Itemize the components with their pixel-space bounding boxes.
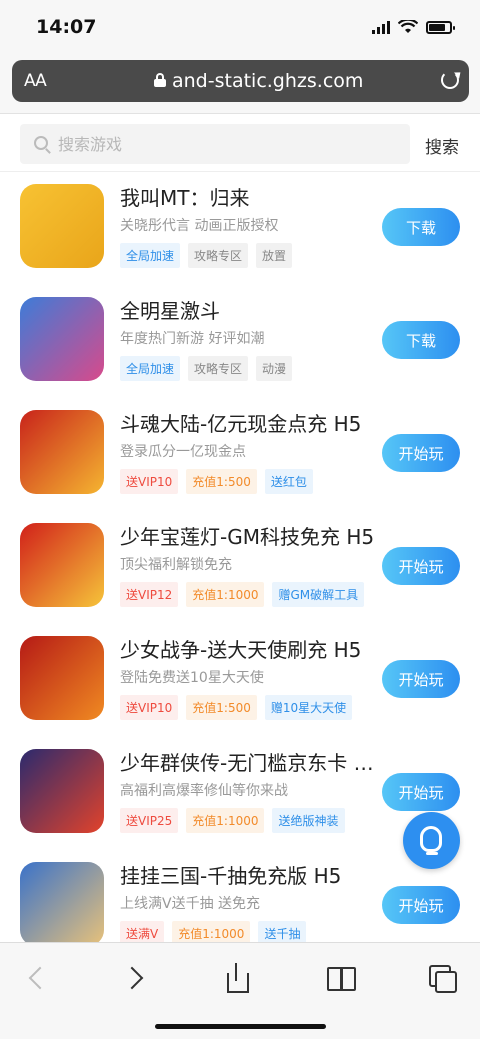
game-tag: 送VIP10 [120,469,179,494]
game-title[interactable]: 我叫MT：归来 [120,182,380,211]
game-list-item[interactable]: 斗魂大陆-亿元现金点充 H5 登录瓜分一亿现金点送VIP10 充值1:500 送红包 开… [0,398,480,511]
search-box[interactable] [20,124,410,164]
status-time: 14:07 [36,16,97,38]
game-tag: 送红包 [264,469,313,494]
game-title[interactable]: 斗魂大陆-亿元现金点充 H5 [120,408,380,437]
game-tag: 送VIP12 [120,582,179,607]
game-tag: 充值1:500 [186,695,257,720]
game-tags: 送VIP25 充值1:1000 送绝版神装 [120,808,345,833]
text-size-button[interactable]: AA [24,71,47,91]
tabs-icon[interactable] [427,963,457,993]
status-icons [372,20,455,34]
game-icon-sanguo[interactable] [20,862,104,946]
game-tags: 全局加速 攻略专区 放置 [120,243,293,268]
battery-icon [426,20,455,34]
game-description: 年度热门新游 好评如潮 [120,331,265,347]
cellular-signal-icon [372,20,390,34]
browser-address-area: AA and-static.ghzs.com [0,52,480,114]
game-list-item[interactable]: 少年宝莲灯-GM科技免充 H5 顶尖福利解锁免充送VIP12 充值1:1000 赠GM… [0,511,480,624]
game-tag: 全局加速 [120,243,181,268]
game-title[interactable]: 全明星激斗 [120,295,380,324]
game-description: 登陆免费送10星大天使 [120,670,264,686]
game-title[interactable]: 少年宝莲灯-GM科技免充 H5 [120,521,380,550]
game-tag: 赠10星大天使 [264,695,353,720]
game-tag: 攻略专区 [188,243,249,268]
game-title[interactable]: 挂挂三国-千抽免充版 H5 [120,860,380,889]
game-icon-qunxia[interactable] [20,749,104,833]
game-tag: 放置 [256,243,293,268]
home-indicator [155,1024,326,1029]
play-button[interactable]: 开始玩 [382,434,460,472]
game-tag: 赠GM破解工具 [272,582,365,607]
game-tag: 全局加速 [120,356,181,381]
back-icon[interactable] [22,963,52,993]
search-button[interactable]: 搜索 [425,133,459,158]
text-size-label: AA [24,71,47,91]
game-list-item[interactable]: 我叫MT：归来关晓彤代言 动画正版授权全局加速 攻略专区 放置 下载 [0,172,480,285]
bookmarks-icon[interactable] [326,963,356,993]
customer-service-button[interactable] [403,812,460,869]
game-tag: 攻略专区 [188,356,249,381]
game-tag: 送绝版神装 [272,808,345,833]
game-icon-baoliandeng[interactable] [20,523,104,607]
game-title[interactable]: 少女战争-送大天使刷充 H5 [120,634,380,663]
game-icon-mt[interactable] [20,184,104,268]
game-tags: 全局加速 攻略专区 动漫 [120,356,293,381]
game-tag: 充值1:1000 [186,582,265,607]
game-tag: 充值1:500 [186,469,257,494]
game-tag: 充值1:1000 [186,808,265,833]
address-bar[interactable]: AA and-static.ghzs.com [12,60,469,102]
game-tags: 送VIP10 充值1:500 赠10星大天使 [120,695,353,720]
game-tag: 送VIP10 [120,695,179,720]
forward-icon[interactable] [122,963,152,993]
play-button[interactable]: 开始玩 [382,773,460,811]
download-button[interactable]: 下载 [382,208,460,246]
download-button[interactable]: 下载 [382,321,460,359]
play-button[interactable]: 开始玩 [382,886,460,924]
game-tags: 送VIP12 充值1:1000 赠GM破解工具 [120,582,365,607]
play-button[interactable]: 开始玩 [382,660,460,698]
game-list-item[interactable]: 少女战争-送大天使刷充 H5 登陆免费送10星大天使送VIP10 充值1:500 赠1… [0,624,480,737]
game-icon-shaonv[interactable] [20,636,104,720]
search-input[interactable] [58,130,398,158]
chat-icon [420,826,442,855]
play-button[interactable]: 开始玩 [382,547,460,585]
game-description: 关晓彤代言 动画正版授权 [120,218,279,234]
game-list-item[interactable]: 全明星激斗年度热门新游 好评如潮全局加速 攻略专区 动漫 下载 [0,285,480,398]
search-row: 搜索 [0,114,480,172]
wifi-icon [398,20,418,33]
game-description: 顶尖福利解锁免充 [120,557,232,573]
reload-icon[interactable] [441,71,459,89]
status-bar: 14:07 [0,0,480,52]
game-icon-douhun[interactable] [20,410,104,494]
game-icon-allstar[interactable] [20,297,104,381]
game-description: 高福利高爆率修仙等你来战 [120,783,288,799]
lock-icon [154,73,166,87]
game-tag: 送VIP25 [120,808,179,833]
game-title[interactable]: 少年群侠传-无门槛京东卡 H5 [120,747,380,776]
game-tags: 送VIP10 充值1:500 送红包 [120,469,313,494]
game-description: 上线满V送千抽 送免充 [120,896,261,912]
game-description: 登录瓜分一亿现金点 [120,444,246,460]
share-icon[interactable] [223,963,253,993]
url-text[interactable]: and-static.ghzs.com [172,70,363,92]
search-icon [34,136,48,150]
game-tag: 动漫 [256,356,293,381]
